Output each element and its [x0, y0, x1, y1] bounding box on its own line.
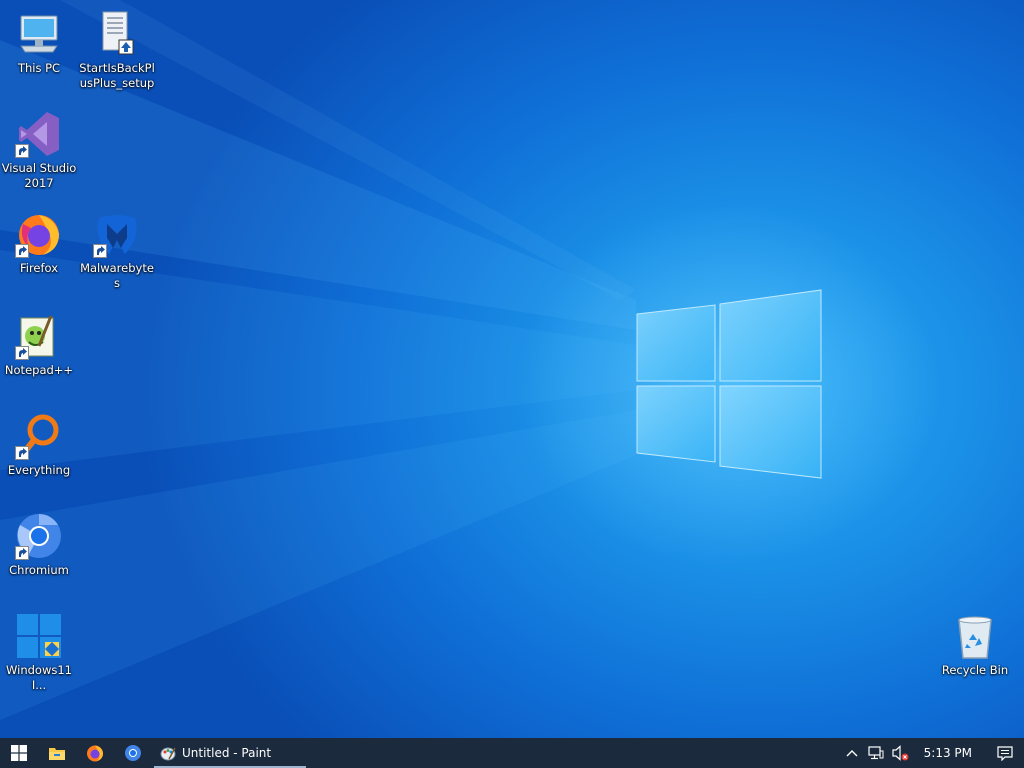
paint-icon	[160, 747, 176, 761]
desktop-icon-notepadpp[interactable]: Notepad++	[0, 312, 78, 378]
taskbar-chromium[interactable]	[114, 738, 152, 768]
shortcut-arrow-icon	[15, 144, 29, 158]
desktop-icon-visual-studio[interactable]: Visual Studio 2017	[0, 110, 78, 191]
recycle-bin-icon	[958, 616, 992, 659]
chromium-icon	[125, 745, 141, 761]
desktop-icon-startisback-setup[interactable]: StartIsBackPlusPlus_setup	[78, 10, 156, 91]
file-explorer-icon	[49, 748, 65, 760]
desktop-icon-chromium[interactable]: Chromium	[0, 512, 78, 578]
shortcut-arrow-icon	[15, 346, 29, 360]
installer-icon	[102, 11, 134, 55]
computer-icon	[20, 15, 58, 53]
firefox-icon	[87, 745, 103, 762]
wallpaper	[0, 0, 940, 720]
network-icon	[868, 746, 884, 760]
desktop-icon-recycle-bin[interactable]: Recycle Bin	[936, 612, 1014, 678]
taskbar-firefox[interactable]	[76, 738, 114, 768]
network-button[interactable]	[864, 738, 888, 768]
shortcut-arrow-icon	[15, 546, 29, 560]
taskbar-file-explorer[interactable]	[38, 738, 76, 768]
shortcut-arrow-icon	[15, 446, 29, 460]
desktop-icon-firefox[interactable]: Firefox	[0, 210, 78, 276]
taskbar-app-label: Untitled - Paint	[182, 746, 272, 760]
action-center-button[interactable]	[986, 738, 1024, 768]
taskbar-clock[interactable]: 5:13 PM	[912, 746, 986, 760]
volume-button[interactable]	[888, 738, 912, 768]
shortcut-arrow-icon	[15, 244, 29, 258]
system-tray: 5:13 PM	[840, 738, 1024, 768]
desktop-icon-malwarebytes[interactable]: Malwarebytes	[78, 210, 156, 291]
show-hidden-icons-button[interactable]	[840, 738, 864, 768]
chevron-up-icon	[846, 750, 858, 757]
desktop-icon-this-pc[interactable]: This PC	[0, 10, 78, 76]
shortcut-arrow-icon	[93, 244, 107, 258]
start-button[interactable]	[0, 738, 38, 768]
windows-logo-icon	[11, 745, 27, 761]
desktop-icon-windows11-installer[interactable]: Windows11I...	[0, 612, 78, 693]
taskbar: Untitled - Paint 5:13 PM	[0, 738, 1024, 768]
desktop: This PC StartIsBackPlusPlus_setup Visual…	[0, 0, 1024, 738]
volume-muted-icon	[892, 745, 909, 761]
action-center-icon	[997, 745, 1013, 761]
desktop-icon-everything[interactable]: Everything	[0, 412, 78, 478]
windows-installer-icon	[17, 614, 61, 658]
taskbar-app-paint[interactable]: Untitled - Paint	[154, 738, 306, 768]
